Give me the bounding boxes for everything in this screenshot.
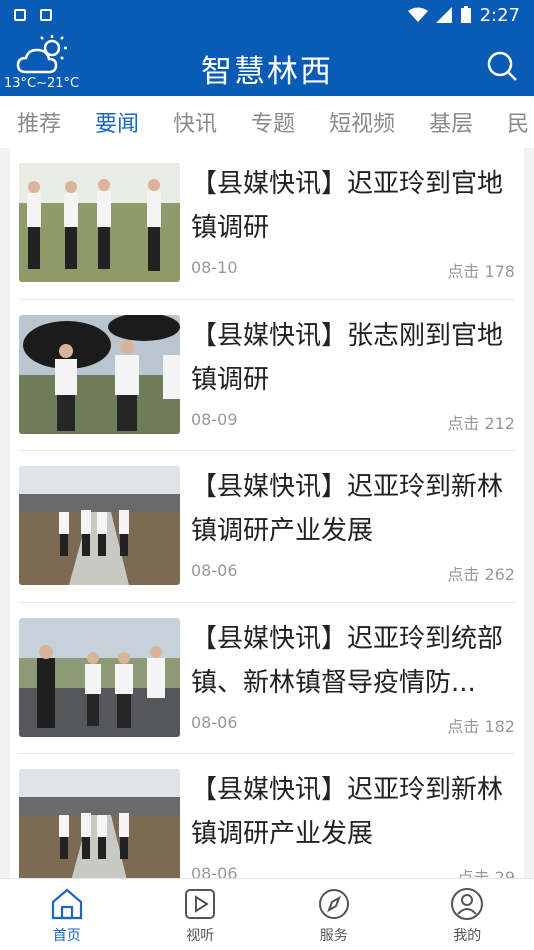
tab-short-video[interactable]: 短视频 (312, 106, 412, 138)
tab-headlines[interactable]: 要闻 (78, 106, 156, 138)
nav-home[interactable]: 首页 (0, 879, 134, 950)
news-hits: 点击 262 (447, 565, 515, 584)
news-thumbnail (19, 769, 180, 878)
signal-icon (435, 7, 452, 23)
app-title: 智慧林西 (201, 54, 333, 90)
play-icon (185, 889, 216, 919)
news-headline: 【县媒快讯】迟亚玲到统部镇、新林镇督导疫情防... (191, 623, 504, 698)
news-thumbnail (19, 466, 180, 585)
home-icon (51, 888, 82, 920)
news-date: 08-06 (191, 864, 238, 878)
news-headline: 【县媒快讯】迟亚玲到新林镇调研产业发展 (191, 472, 504, 546)
category-tabs: 推荐 要闻 快讯 专题 短视频 基层 民 (0, 96, 534, 148)
compass-icon (318, 889, 349, 919)
bottom-nav: 首页 视听 服务 我的 (0, 878, 534, 950)
news-item[interactable]: 【县媒快讯】迟亚玲到新林镇调研产业发展 08-06 点击 29 (19, 754, 515, 878)
news-headline: 【县媒快讯】迟亚玲到新林镇调研产业发展 (191, 775, 504, 849)
nav-home-label: 首页 (52, 928, 81, 944)
search-icon[interactable] (486, 50, 518, 82)
news-date: 08-06 (191, 712, 238, 732)
user-icon (451, 888, 484, 920)
app-header: 13°C~21°C 智慧林西 (0, 30, 534, 96)
tab-grassroots[interactable]: 基层 (412, 106, 490, 138)
news-thumbnail (19, 163, 180, 282)
news-date: 08-09 (191, 409, 238, 429)
news-hits: 点击 178 (447, 262, 515, 281)
news-thumbnail (19, 314, 180, 434)
news-thumbnail (19, 617, 180, 737)
news-headline: 【县媒快讯】迟亚玲到官地镇调研 (191, 169, 504, 243)
news-hits: 点击 29 (457, 868, 515, 878)
news-item[interactable]: 【县媒快讯】迟亚玲到统部镇、新林镇督导疫情防... 08-06 点击 182 (19, 603, 515, 754)
battery-icon (460, 6, 471, 23)
nav-services[interactable]: 服务 (267, 879, 401, 950)
news-item[interactable]: 【县媒快讯】迟亚玲到官地镇调研 08-10 点击 178 (19, 148, 515, 300)
nav-services-label: 服务 (319, 928, 348, 944)
news-date: 08-06 (191, 561, 238, 580)
nav-profile-label: 我的 (453, 928, 482, 944)
news-item[interactable]: 【县媒快讯】张志刚到官地镇调研 08-09 点击 212 (19, 300, 515, 451)
tab-topics[interactable]: 专题 (234, 106, 312, 138)
wifi-icon (407, 7, 428, 22)
tab-more[interactable]: 民 (490, 106, 534, 138)
nav-media[interactable]: 视听 (134, 879, 268, 950)
nav-profile[interactable]: 我的 (401, 879, 534, 950)
news-headline: 【县媒快讯】张志刚到官地镇调研 (191, 320, 504, 395)
news-list: 【县媒快讯】迟亚玲到官地镇调研 08-10 点击 178 【县媒快讯】张志刚到官… (10, 148, 524, 878)
clock: 2:27 (479, 4, 520, 26)
news-item[interactable]: 【县媒快讯】迟亚玲到新林镇调研产业发展 08-06 点击 262 (19, 451, 515, 603)
news-hits: 点击 182 (447, 716, 515, 736)
tab-recommend[interactable]: 推荐 (0, 106, 78, 138)
news-date: 08-10 (191, 258, 238, 277)
status-bar: 2:27 (0, 0, 534, 30)
news-hits: 点击 212 (447, 413, 515, 433)
tab-flash[interactable]: 快讯 (156, 106, 234, 138)
app-notification-icon (40, 9, 52, 21)
notification-icon (14, 9, 26, 21)
nav-media-label: 视听 (186, 928, 215, 944)
